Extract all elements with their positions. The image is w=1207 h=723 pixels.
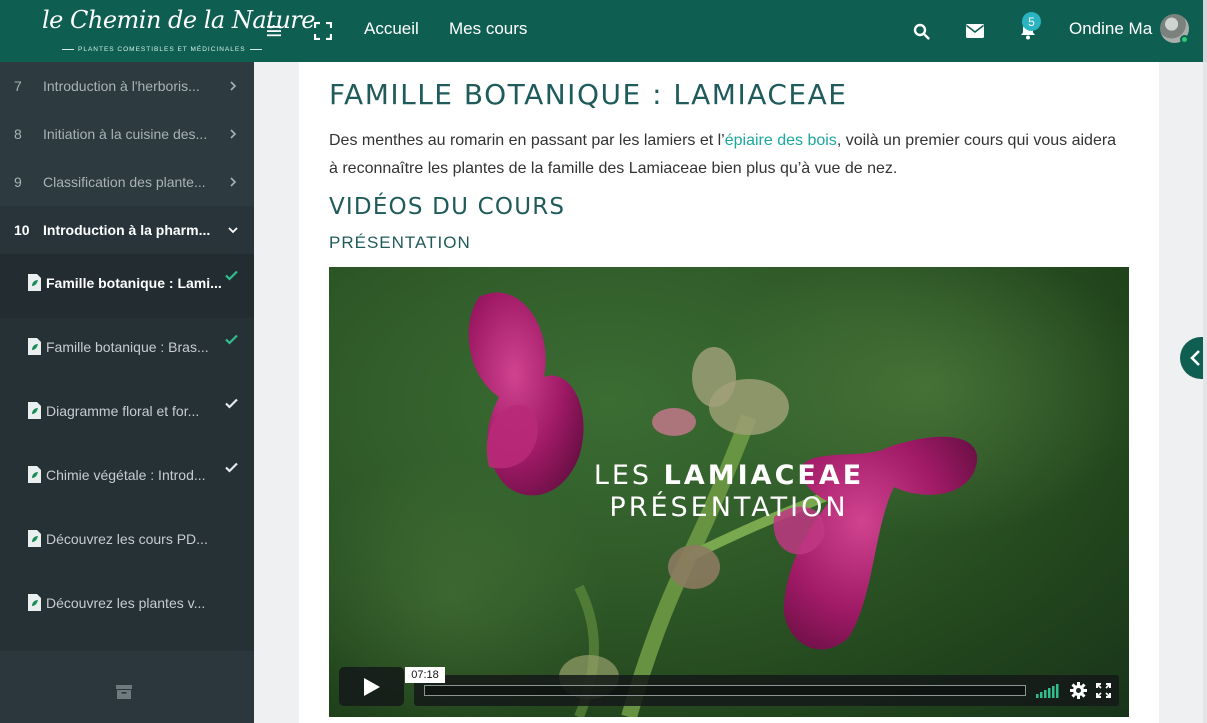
archive-icon[interactable] — [116, 685, 132, 699]
course-sidebar: 7 Introduction à l'herboris... 8 Initiat… — [0, 62, 254, 723]
lesson-title: Famille botanique : Lami... — [46, 275, 222, 291]
envelope-icon[interactable] — [962, 0, 988, 62]
page-scrollbar-top — [1203, 0, 1207, 62]
lesson-title: Chimie végétale : Introd... — [46, 467, 206, 483]
section-title: Initiation à la cuisine des... — [43, 126, 208, 142]
lesson-title: Découvrez les plantes v... — [46, 595, 206, 611]
lesson-item-cours-pdf[interactable]: Découvrez les cours PD... — [0, 510, 254, 574]
sidebar-section-7[interactable]: 7 Introduction à l'herboris... — [0, 62, 254, 110]
gear-icon[interactable] — [1070, 682, 1087, 699]
video-player[interactable]: LES LAMIACEAE PRÉSENTATION — [329, 267, 1129, 717]
video-time-tooltip: 07:18 — [405, 667, 445, 683]
document-leaf-icon — [28, 530, 41, 547]
video-title-main: LAMIACEAE — [663, 460, 865, 491]
lesson-item-plantes[interactable]: Découvrez les plantes v... — [0, 574, 254, 638]
lesson-title: Découvrez les cours PD... — [46, 531, 208, 547]
nav-accueil[interactable]: Accueil — [364, 0, 419, 58]
chevron-left-icon — [1190, 350, 1200, 366]
subsection-heading: PRÉSENTATION — [329, 233, 471, 252]
lesson-item-brassicaceae[interactable]: Famille botanique : Bras... — [0, 318, 254, 382]
section-number: 8 — [14, 126, 22, 142]
volume-icon[interactable] — [1036, 684, 1060, 698]
check-icon — [225, 270, 238, 281]
online-status-dot — [1180, 35, 1189, 44]
sidebar-section-9[interactable]: 9 Classification des plante... — [0, 158, 254, 206]
sidebar-section-10[interactable]: 10 Introduction à la pharm... — [0, 206, 254, 254]
search-icon[interactable] — [909, 0, 933, 62]
sidebar-section-8[interactable]: 8 Initiation à la cuisine des... — [0, 110, 254, 158]
lesson-item-lamiaceae[interactable]: Famille botanique : Lami... — [0, 254, 254, 318]
epiaire-link[interactable]: épiaire des bois — [725, 132, 837, 149]
fullscreen-icon[interactable] — [310, 0, 336, 62]
section-title: Introduction à l'herboris... — [43, 78, 200, 94]
section-number: 7 — [14, 78, 22, 94]
document-leaf-icon — [28, 466, 41, 483]
document-leaf-icon — [28, 274, 41, 291]
chevron-down-icon — [228, 227, 238, 234]
play-icon — [363, 677, 380, 696]
play-button[interactable] — [339, 667, 404, 706]
lesson-item-diagramme-floral[interactable]: Diagramme floral et for... — [0, 382, 254, 446]
intro-text-start: Des menthes au romarin en passant par le… — [329, 132, 725, 149]
lesson-list: Famille botanique : Lami... Famille bota… — [0, 254, 254, 651]
document-leaf-icon — [28, 338, 41, 355]
chevron-right-icon — [230, 81, 237, 91]
section-number: 9 — [14, 174, 22, 190]
video-title-overlay: LES LAMIACEAE PRÉSENTATION — [329, 460, 1129, 524]
lesson-intro: Des menthes au romarin en passant par le… — [329, 127, 1129, 183]
page-title: FAMILLE BOTANIQUE : LAMIACEAE — [329, 78, 848, 111]
lesson-title: Diagramme floral et for... — [46, 403, 200, 419]
logo-subtitle: PLANTES COMESTIBLES ET MÉDICINALES — [58, 46, 266, 53]
chevron-right-icon — [230, 129, 237, 139]
section-title: Classification des plante... — [43, 174, 206, 190]
bell-icon[interactable] — [1015, 0, 1041, 62]
user-menu-name[interactable]: Ondine Ma — [1069, 0, 1152, 58]
section-title: Introduction à la pharm... — [43, 222, 211, 238]
check-icon — [225, 462, 238, 473]
top-navbar: le Chemin de la Nature PLANTES COMESTIBL… — [0, 0, 1207, 62]
chevron-right-icon — [230, 177, 237, 187]
document-leaf-icon — [28, 594, 41, 611]
section-number: 10 — [14, 222, 30, 238]
hamburger-icon[interactable] — [262, 0, 286, 62]
video-title-prefix: LES — [593, 460, 664, 491]
video-title-line-1: LES LAMIACEAE — [329, 460, 1129, 492]
document-leaf-icon — [28, 402, 41, 419]
lesson-item-chimie-vegetale[interactable]: Chimie végétale : Introd... — [0, 446, 254, 510]
page-scrollbar[interactable] — [1203, 62, 1207, 723]
notification-badge: 5 — [1022, 12, 1041, 31]
video-progress-bar[interactable] — [424, 685, 1026, 696]
check-icon — [225, 398, 238, 409]
check-icon — [225, 334, 238, 345]
fullscreen-icon[interactable] — [1096, 683, 1111, 698]
video-title-line-2: PRÉSENTATION — [609, 492, 849, 523]
brand-logo[interactable]: le Chemin de la Nature PLANTES COMESTIBL… — [0, 0, 315, 62]
lesson-title: Famille botanique : Bras... — [46, 339, 209, 355]
sidebar-footer — [0, 651, 254, 723]
section-heading: VIDÉOS DU COURS — [329, 194, 566, 220]
nav-mes-cours[interactable]: Mes cours — [449, 0, 527, 58]
